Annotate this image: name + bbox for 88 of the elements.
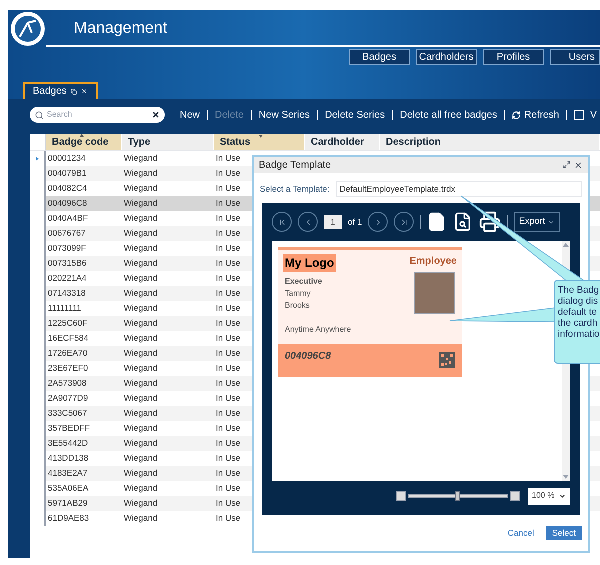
table-cell: In Use (216, 452, 241, 465)
job-title: Executive (285, 276, 322, 288)
table-cell: Wiegand (124, 227, 158, 240)
dialog-title: Badge Template (259, 158, 332, 172)
table-cell: In Use (216, 497, 241, 510)
table-cell: In Use (216, 242, 241, 255)
table-cell: 004079B1 (48, 167, 87, 180)
table-cell: 413DD138 (48, 452, 89, 465)
table-cell: Wiegand (124, 197, 158, 210)
table-cell: 2A573908 (48, 377, 87, 390)
role-text: Employee (410, 255, 457, 269)
table-cell: 535A06EA (48, 482, 89, 495)
table-cell: In Use (216, 512, 241, 525)
table-cell: 004082C4 (48, 182, 88, 195)
table-cell: In Use (216, 212, 241, 225)
table-cell: In Use (216, 302, 241, 315)
table-cell: 004096C8 (48, 197, 88, 210)
table-cell: Wiegand (124, 407, 158, 420)
table-cell: In Use (216, 257, 241, 270)
table-cell: 333C5067 (48, 407, 88, 420)
table-cell: 3E55442D (48, 437, 88, 450)
table-cell: 020221A4 (48, 272, 87, 285)
first-name: Tammy (285, 288, 312, 300)
table-cell: In Use (216, 482, 241, 495)
table-cell: Wiegand (124, 497, 158, 510)
table-cell: 11111111 (48, 302, 82, 315)
table-cell: 4183E2A7 (48, 467, 88, 480)
table-cell: In Use (216, 152, 241, 165)
badge-code: 004096C8 (285, 350, 332, 364)
table-cell: 5971AB29 (48, 497, 88, 510)
table-cell: Wiegand (124, 467, 158, 480)
table-cell: In Use (216, 407, 241, 420)
table-cell: Wiegand (124, 422, 158, 435)
template-label: Select a Template: (260, 182, 330, 196)
table-cell: In Use (216, 182, 241, 195)
callout-text: The Badg dialog dis default te the cardh informatio (558, 285, 600, 340)
table-cell: Wiegand (124, 317, 158, 330)
table-cell: Wiegand (124, 437, 158, 450)
table-cell: 007315B6 (48, 257, 87, 270)
table-cell: In Use (216, 197, 241, 210)
checkbox-label: V (590, 108, 598, 122)
app-title: Management (74, 18, 168, 38)
table-cell: Wiegand (124, 242, 158, 255)
table-cell: 1225C60F (48, 317, 88, 330)
table-cell: Wiegand (124, 452, 158, 465)
table-cell: In Use (216, 317, 241, 330)
table-cell: Wiegand (124, 287, 158, 300)
table-cell: In Use (216, 287, 241, 300)
table-cell: 0073099F (48, 242, 86, 255)
logo-text: My Logo (283, 254, 336, 272)
table-cell: 1726EA70 (48, 347, 88, 360)
table-cell: Wiegand (124, 302, 158, 315)
table-cell: Wiegand (124, 152, 158, 165)
table-cell: Wiegand (124, 482, 158, 495)
table-cell: In Use (216, 362, 241, 375)
last-name: Brooks (285, 300, 311, 312)
table-cell: In Use (216, 272, 241, 285)
table-cell: In Use (216, 437, 241, 450)
table-cell: In Use (216, 392, 241, 405)
table-cell: Wiegand (124, 212, 158, 225)
slogan-text: Anytime Anywhere (284, 324, 352, 336)
table-cell: In Use (216, 167, 241, 180)
table-cell: 00676767 (48, 227, 86, 240)
table-cell: Wiegand (124, 257, 158, 270)
table-cell: 23E67EF0 (48, 362, 88, 375)
table-cell: In Use (216, 422, 241, 435)
table-cell: In Use (216, 227, 241, 240)
table-cell: Wiegand (124, 512, 158, 525)
table-cell: Wiegand (124, 392, 158, 405)
table-cell: 357BEDFF (48, 422, 90, 435)
table-cell: Wiegand (124, 377, 158, 390)
table-cell: Wiegand (124, 332, 158, 345)
table-cell: 0040A4BF (48, 212, 88, 225)
table-cell: In Use (216, 347, 241, 360)
table-cell: Wiegand (124, 167, 158, 180)
table-cell: 00001234 (48, 152, 86, 165)
table-cell: In Use (216, 467, 241, 480)
table-cell: Wiegand (124, 182, 158, 195)
table-cell: Wiegand (124, 362, 158, 375)
table-cell: 07143318 (48, 287, 86, 300)
table-cell: 16ECF584 (48, 332, 89, 345)
table-cell: In Use (216, 377, 241, 390)
table-cell: Wiegand (124, 272, 158, 285)
table-cell: 2A9077D9 (48, 392, 88, 405)
table-cell: In Use (216, 332, 241, 345)
table-cell: 61D9AE83 (48, 512, 90, 525)
table-cell: Wiegand (124, 347, 158, 360)
page-count: of 1 (348, 216, 362, 228)
